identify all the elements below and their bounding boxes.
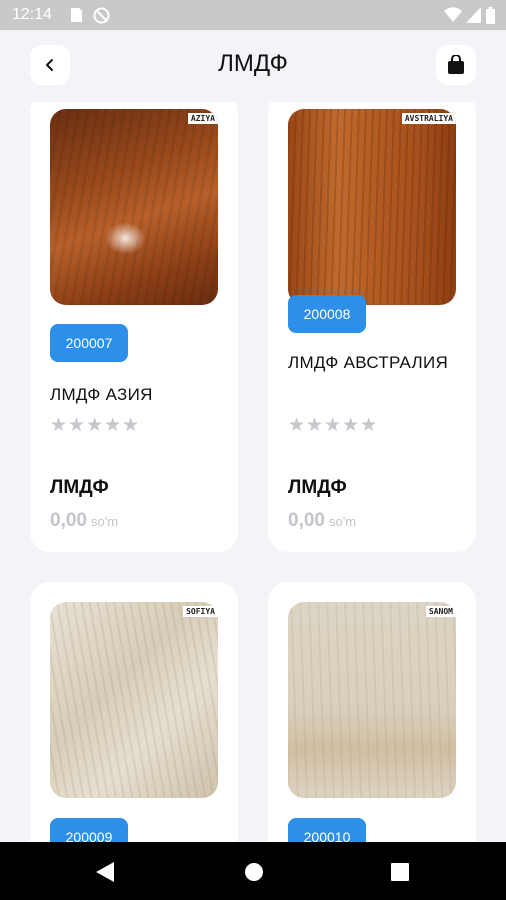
recents-nav-icon[interactable]: [391, 863, 409, 881]
price-amount: 0,00: [288, 510, 325, 531]
product-image: AVSTRALIYA: [288, 109, 456, 305]
product-code-badge: 200007: [50, 324, 128, 362]
price-amount: 0,00: [50, 510, 87, 531]
rating-stars: ★★★★★: [288, 415, 379, 436]
product-price: 0,00 so'm: [50, 510, 118, 532]
product-category: ЛМДФ: [50, 477, 109, 498]
status-bar: 12:14: [0, 0, 506, 30]
status-time: 12:14: [12, 6, 53, 23]
product-name: ЛМДФ АВСТРАЛИЯ: [288, 353, 449, 372]
product-code-badge: 200009: [50, 818, 128, 842]
battery-icon: [486, 7, 495, 24]
price-currency: so'm: [328, 514, 357, 529]
texture-label: AZIYA: [187, 113, 218, 124]
product-card[interactable]: AVSTRALIYA 200008 ЛМДФ АВСТРАЛИЯ ★★★★★ Л…: [268, 102, 476, 552]
signal-icon: [466, 7, 481, 23]
product-code-badge: 200008: [288, 295, 366, 333]
app-bar: ЛМДФ: [0, 30, 506, 102]
product-name: ЛМДФ АЗИЯ: [50, 385, 153, 404]
product-image: SOFIYA: [50, 602, 218, 798]
product-image: SANOM: [288, 602, 456, 798]
rating-stars: ★★★★★: [50, 415, 141, 436]
cart-button[interactable]: [436, 45, 476, 85]
back-nav-icon[interactable]: [96, 862, 114, 882]
product-card[interactable]: SOFIYA 200009: [30, 582, 238, 842]
product-category: ЛМДФ: [288, 477, 347, 498]
product-card[interactable]: SANOM 200010: [268, 582, 476, 842]
price-currency: so'm: [90, 514, 119, 529]
product-price: 0,00 so'm: [288, 510, 356, 532]
home-nav-icon[interactable]: [244, 862, 264, 882]
shopping-bag-icon: [448, 55, 464, 74]
page-title: ЛМДФ: [218, 50, 288, 77]
texture-label: SANOM: [425, 606, 456, 617]
system-navigation-bar: [0, 842, 506, 900]
do-not-disturb-icon: [93, 7, 110, 24]
product-card[interactable]: AZIYA 200007 ЛМДФ АЗИЯ ★★★★★ ЛМДФ 0,00 so…: [30, 102, 238, 552]
product-grid[interactable]: AZIYA 200007 ЛМДФ АЗИЯ ★★★★★ ЛМДФ 0,00 so…: [0, 102, 506, 842]
sim-card-icon: [71, 8, 82, 22]
texture-label: SOFIYA: [183, 606, 218, 617]
product-code-badge: 200010: [288, 818, 366, 842]
wifi-icon: [444, 7, 462, 23]
product-image: AZIYA: [50, 109, 218, 305]
texture-label: AVSTRALIYA: [401, 113, 456, 124]
